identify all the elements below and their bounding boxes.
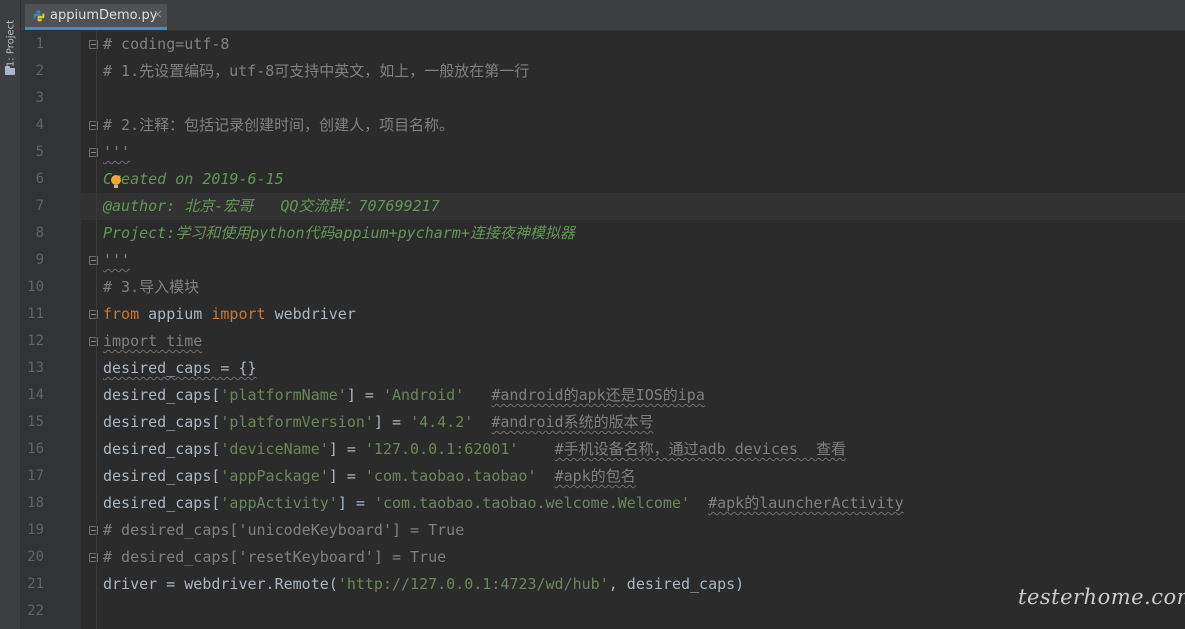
comment: #apk的包名 bbox=[554, 467, 636, 485]
code-line-13[interactable]: desired_caps = {} bbox=[103, 355, 257, 382]
comment: #apk的launcherActivity bbox=[708, 494, 904, 512]
project-tool-label: 1: Project bbox=[5, 19, 17, 68]
line-number: 15 bbox=[27, 414, 44, 430]
identifier: desired_caps[ bbox=[103, 467, 221, 485]
code-line-17[interactable]: desired_caps['appPackage'] = 'com.taobao… bbox=[103, 463, 636, 490]
identifier: desired_caps[ bbox=[103, 413, 221, 431]
python-file-icon bbox=[33, 10, 45, 22]
operator: ] = bbox=[328, 467, 365, 485]
code-line-9[interactable]: ''' bbox=[103, 247, 130, 274]
operator: ] = bbox=[373, 413, 411, 431]
code-line-8[interactable]: Project:学习和使用python代码appium+pycharm+连接夜神… bbox=[103, 220, 575, 247]
line-number: 12 bbox=[27, 333, 44, 349]
line-number: 7 bbox=[35, 198, 44, 214]
code-line-4[interactable]: # 2.注释：包括记录创建时间，创建人，项目名称。 bbox=[103, 112, 454, 139]
comment: #手机设备名称，通过adb devices 查看 bbox=[554, 440, 846, 458]
string: 'appActivity' bbox=[220, 494, 338, 512]
string: 'platformName' bbox=[220, 386, 347, 404]
line-number: 3 bbox=[35, 90, 44, 106]
indent-guide bbox=[96, 31, 97, 629]
watermark: testerhome.com bbox=[1018, 585, 1185, 609]
keyword: import bbox=[103, 332, 158, 350]
tool-window-bar: 1: Project bbox=[0, 0, 21, 629]
comment: #android的apk还是IOS的ipa bbox=[491, 386, 705, 404]
code-line-11[interactable]: from appium import webdriver bbox=[103, 301, 356, 328]
string: 'Android' bbox=[382, 386, 465, 404]
identifier: appium bbox=[139, 305, 212, 323]
folder-icon[interactable] bbox=[5, 66, 15, 75]
tab-label: appiumDemo.py bbox=[50, 8, 158, 23]
editor-tab-bar: appiumDemo.py × bbox=[21, 0, 1185, 31]
line-number: 16 bbox=[27, 441, 44, 457]
string: 'platformVersion' bbox=[220, 413, 374, 431]
string: '4.4.2' bbox=[410, 413, 474, 431]
string: 'http://127.0.0.1:4723/wd/hub' bbox=[337, 575, 609, 593]
line-number: 11 bbox=[27, 306, 44, 322]
line-number: 20 bbox=[27, 549, 44, 565]
comment: #android系统的版本号 bbox=[491, 413, 654, 431]
code-editor[interactable]: # coding=utf-8 # 1.先设置编码，utf-8可支持中英文，如上，… bbox=[81, 31, 1185, 629]
line-number: 2 bbox=[35, 63, 44, 79]
tab-appiumdemo[interactable]: appiumDemo.py × bbox=[25, 4, 167, 30]
string: 'deviceName' bbox=[220, 440, 329, 458]
code-line-16[interactable]: desired_caps['deviceName'] = '127.0.0.1:… bbox=[103, 436, 846, 463]
line-number-gutter: 1 2 3 4 5 6 7 8 9 10 11 12 13 14 15 16 1… bbox=[21, 31, 98, 629]
code-line-5[interactable]: ''' bbox=[103, 139, 130, 166]
code-line-21[interactable]: driver = webdriver.Remote('http://127.0.… bbox=[103, 571, 744, 598]
project-tool-tab[interactable]: 1: Project bbox=[0, 8, 20, 68]
line-number: 1 bbox=[35, 36, 44, 52]
line-number: 21 bbox=[27, 576, 44, 592]
code-line-10[interactable]: # 3.导入模块 bbox=[103, 274, 199, 301]
operator: ] = bbox=[328, 440, 365, 458]
line-number: 5 bbox=[35, 144, 44, 160]
string: 'appPackage' bbox=[220, 467, 329, 485]
code-line-19[interactable]: # desired_caps['unicodeKeyboard'] = True bbox=[103, 517, 464, 544]
code-line-12[interactable]: import time bbox=[103, 328, 202, 355]
code-line-18[interactable]: desired_caps['appActivity'] = 'com.taoba… bbox=[103, 490, 904, 517]
line-number: 8 bbox=[35, 225, 44, 241]
string: 'com.taobao.taobao' bbox=[364, 467, 537, 485]
code-line-1[interactable]: # coding=utf-8 bbox=[103, 31, 229, 58]
keyword: from bbox=[103, 305, 140, 323]
operator: ] = bbox=[346, 386, 383, 404]
line-number: 22 bbox=[27, 603, 44, 619]
identifier: webdriver bbox=[265, 305, 356, 323]
line-number: 6 bbox=[35, 171, 44, 187]
line-number: 9 bbox=[35, 252, 44, 268]
code-line-2[interactable]: # 1.先设置编码，utf-8可支持中英文，如上，一般放在第一行 bbox=[103, 58, 529, 85]
line-number: 17 bbox=[27, 468, 44, 484]
line-number: 4 bbox=[35, 117, 44, 133]
string: 'com.taobao.taobao.welcome.Welcome' bbox=[373, 494, 691, 512]
identifier: desired_caps[ bbox=[103, 386, 221, 404]
operator: ] = bbox=[337, 494, 374, 512]
code-line-15[interactable]: desired_caps['platformVersion'] = '4.4.2… bbox=[103, 409, 654, 436]
identifier: time bbox=[157, 332, 203, 350]
identifier: desired_caps[ bbox=[103, 440, 221, 458]
string: '127.0.0.1:62001' bbox=[364, 440, 519, 458]
line-number: 19 bbox=[27, 522, 44, 538]
identifier: desired_caps[ bbox=[103, 494, 221, 512]
identifier: , desired_caps) bbox=[608, 575, 745, 593]
code-line-6[interactable]: Created on 2019-6-15 bbox=[103, 166, 284, 193]
code-line-7[interactable]: @author: 北京-宏哥 QQ交流群：707699217 bbox=[103, 193, 440, 220]
code-line-20[interactable]: # desired_caps['resetKeyboard'] = True bbox=[103, 544, 446, 571]
identifier: driver = webdriver.Remote( bbox=[103, 575, 338, 593]
keyword: import bbox=[211, 305, 266, 323]
line-number: 14 bbox=[27, 387, 44, 403]
line-number: 13 bbox=[27, 360, 44, 376]
line-number: 18 bbox=[27, 495, 44, 511]
intention-bulb-icon[interactable] bbox=[111, 175, 121, 188]
code-line-14[interactable]: desired_caps['platformName'] = 'Android'… bbox=[103, 382, 705, 409]
line-number: 10 bbox=[27, 279, 44, 295]
close-icon[interactable]: × bbox=[153, 7, 163, 21]
